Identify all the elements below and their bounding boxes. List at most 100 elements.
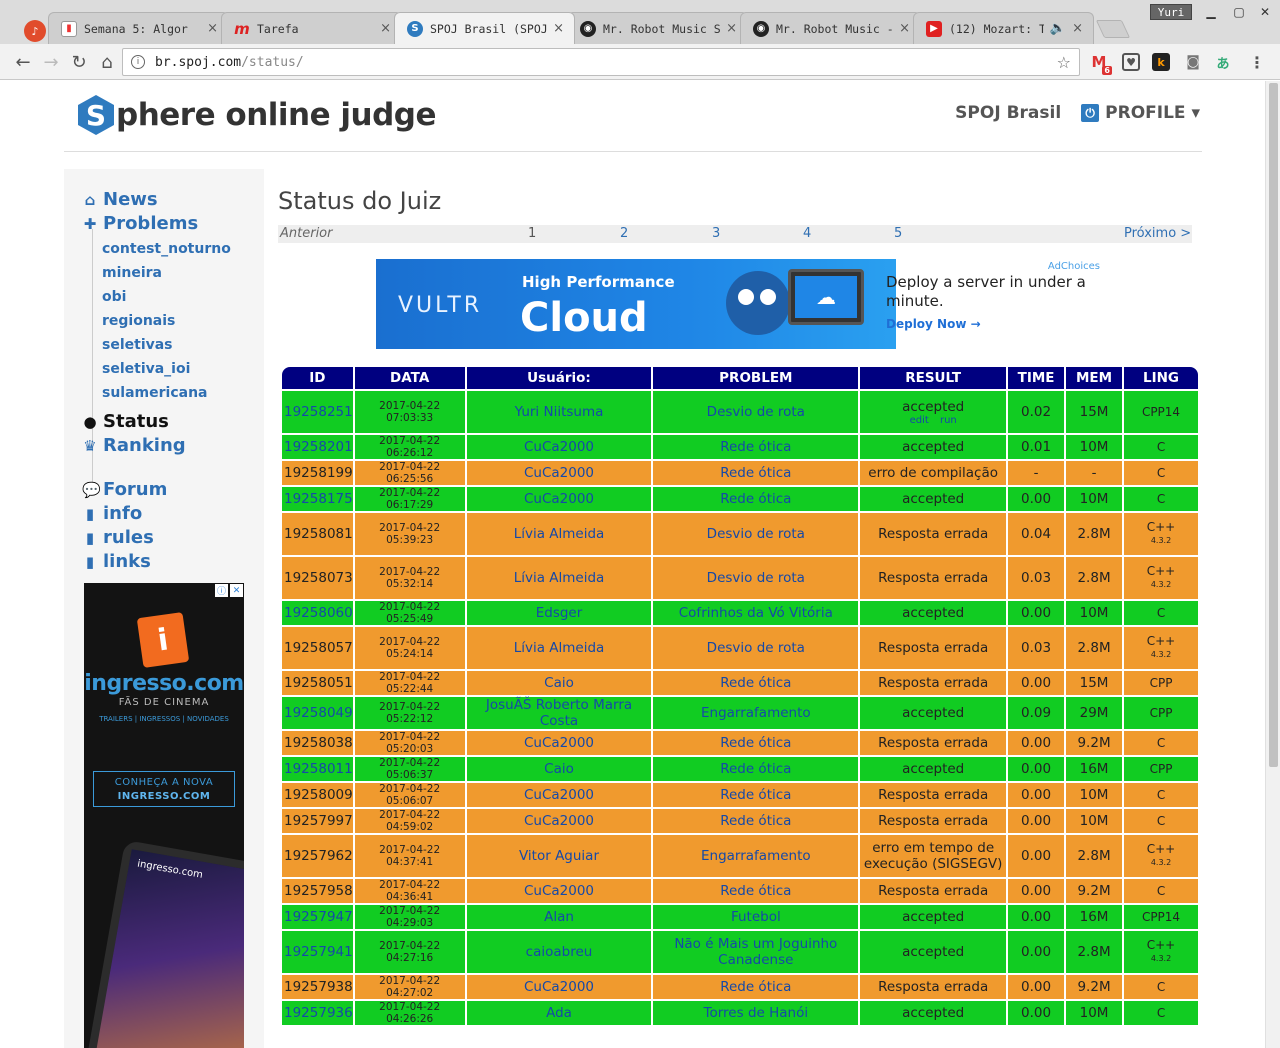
cell-id[interactable]: 19257938 [282,975,353,999]
cell-user[interactable]: CuCa2000 [466,435,652,459]
cell-problem[interactable]: Rede ótica [653,879,859,903]
site-logo[interactable]: S phere online judge [78,95,437,135]
back-icon[interactable]: ← [12,51,34,73]
cell-id[interactable]: 19257997 [282,809,353,833]
adchoices-link[interactable]: AdChoices [1048,261,1100,272]
cell-problem[interactable]: Futebol [653,905,859,929]
cell-problem-text[interactable]: Engarrafamento [701,848,811,864]
cell-problem[interactable]: Rede ótica [653,435,859,459]
cell-problem[interactable]: Desvio de rota [653,391,859,433]
cell-problem[interactable]: Engarrafamento [653,835,859,877]
bookmark-star-icon[interactable]: ☆ [1057,53,1071,72]
cell-problem[interactable]: Rede ótica [653,461,859,485]
cell-problem-text[interactable]: Desvio de rota [707,570,805,586]
cell-user-text[interactable]: Alan [544,909,574,925]
cell-user-text[interactable]: CuCa2000 [524,979,594,995]
cell-id-text[interactable]: 19258081 [284,526,353,542]
cell-user[interactable]: Vitor Aguiar [466,835,652,877]
cell-problem-text[interactable]: Rede ótica [720,787,791,803]
cell-id-text[interactable]: 19258201 [284,439,353,455]
cell-user[interactable]: Lívia Almeida [466,627,652,669]
cell-user-text[interactable]: Lívia Almeida [514,640,605,656]
minimize-icon[interactable]: ▁ [1200,3,1222,21]
sidebar-item-seletivas[interactable]: seletivas [102,337,173,353]
cell-id[interactable]: 19258051 [282,671,353,695]
cell-problem[interactable]: Não é Mais um Joguinho Canadense [653,931,859,973]
cell-problem[interactable]: Engarrafamento [653,697,859,729]
cell-user-text[interactable]: Lívia Almeida [514,526,605,542]
ad-info-icon[interactable]: ⓘ [215,584,228,597]
sidebar-item-info[interactable]: ▮ info [82,503,142,524]
close-icon[interactable]: × [380,21,391,36]
address-bar[interactable]: i br.spoj.com/status/ ☆ [122,48,1080,76]
cell-user-text[interactable]: Lívia Almeida [514,570,605,586]
cell-user[interactable]: CuCa2000 [466,809,652,833]
side-advertisement[interactable]: ⓘ ✕ i ingresso.com FÃS DE CINEMA TRAILERS… [84,583,244,1048]
cell-id-text[interactable]: 19258199 [284,465,353,481]
cell-lang-sub[interactable]: 4.3.2 [1124,856,1198,870]
cell-problem-text[interactable]: Não é Mais um Joguinho Canadense [674,936,837,968]
extension-shield-icon[interactable]: ♥ [1122,53,1140,71]
cell-user[interactable]: CuCa2000 [466,731,652,755]
tab-spoj[interactable]: S SPOJ Brasil (SPOJ) × [394,12,575,44]
cell-id[interactable]: 19258199 [282,461,353,485]
cell-id-text[interactable]: 19258060 [284,605,353,621]
sidebar-item-status[interactable]: ● Status [82,411,168,432]
cell-problem[interactable]: Desvio de rota [653,627,859,669]
close-icon[interactable]: × [207,21,218,36]
sidebar-item-obi[interactable]: obi [102,289,126,305]
forward-icon[interactable]: → [40,51,62,73]
cell-id[interactable]: 19258201 [282,435,353,459]
cell-result-sub[interactable]: edit run [860,415,1006,426]
tab-tarefa[interactable]: m Tarefa × [221,12,402,44]
cell-id[interactable]: 19258081 [282,513,353,555]
cell-problem[interactable]: Rede ótica [653,809,859,833]
audio-icon[interactable]: 🔈 [1050,21,1066,36]
cell-problem[interactable]: Rede ótica [653,487,859,511]
cell-user-text[interactable]: Ada [546,1005,572,1021]
cell-user[interactable]: caioabreu [466,931,652,973]
pager-page-3[interactable]: 3 [712,226,720,241]
cell-problem-text[interactable]: Futebol [731,909,781,925]
cell-user-text[interactable]: Yuri Niitsuma [515,404,604,420]
cell-problem-text[interactable]: Rede ótica [720,813,791,829]
cell-id[interactable]: 19258060 [282,601,353,625]
cell-problem-text[interactable]: Desvio de rota [707,404,805,420]
cell-id-text[interactable]: 19257938 [284,979,353,995]
sidebar-item-links[interactable]: ▮ links [82,551,151,572]
cell-problem-text[interactable]: Rede ótica [720,735,791,751]
cell-user-text[interactable]: CuCa2000 [524,787,594,803]
cell-user-text[interactable]: caioabreu [526,944,593,960]
cell-id-text[interactable]: 19258057 [284,640,353,656]
cell-problem-text[interactable]: Rede ótica [720,439,791,455]
cell-id-text[interactable]: 19258175 [284,491,353,507]
cell-id[interactable]: 19258073 [282,557,353,599]
ad-deploy-link[interactable]: Deploy Now → [886,317,981,331]
cell-user-text[interactable]: CuCa2000 [524,735,594,751]
sidebar-item-mineira[interactable]: mineira [102,265,162,281]
cell-user-text[interactable]: JosuÃŠ Roberto Marra Costa [486,697,632,729]
cell-problem[interactable]: Torres de Hanói [653,1001,859,1025]
cell-user-text[interactable]: Caio [544,675,574,691]
page-scrollbar[interactable] [1265,81,1280,1048]
cell-lang-sub[interactable]: 4.3.2 [1124,578,1198,592]
cell-user-text[interactable]: CuCa2000 [524,813,594,829]
tab-semana[interactable]: ▮ Semana 5: Algor × [48,12,229,44]
sidebar-item-news[interactable]: ⌂ News [82,189,158,210]
home-icon[interactable]: ⌂ [96,51,118,73]
cell-problem-text[interactable]: Desvio de rota [707,526,805,542]
tab-mrrobot-2[interactable]: ◉ Mr. Robot Music - × [740,12,921,44]
cell-user[interactable]: CuCa2000 [466,975,652,999]
cell-problem-text[interactable]: Rede ótica [720,979,791,995]
cell-user-text[interactable]: CuCa2000 [524,465,594,481]
cell-id[interactable]: 19257958 [282,879,353,903]
scrollbar-thumb[interactable] [1269,83,1278,767]
cell-id-text[interactable]: 19257962 [284,848,353,864]
ad-cta-button[interactable]: CONHEÇA A NOVA INGRESSO.COM [93,771,235,807]
close-icon[interactable]: × [1072,21,1083,36]
profile-menu[interactable]: PROFILE ▾ [1105,103,1200,123]
sidebar-item-contest-noturno[interactable]: contest_noturno [102,241,231,257]
cell-id[interactable]: 19257962 [282,835,353,877]
cell-problem[interactable]: Rede ótica [653,731,859,755]
cell-id-text[interactable]: 19257936 [284,1005,353,1021]
